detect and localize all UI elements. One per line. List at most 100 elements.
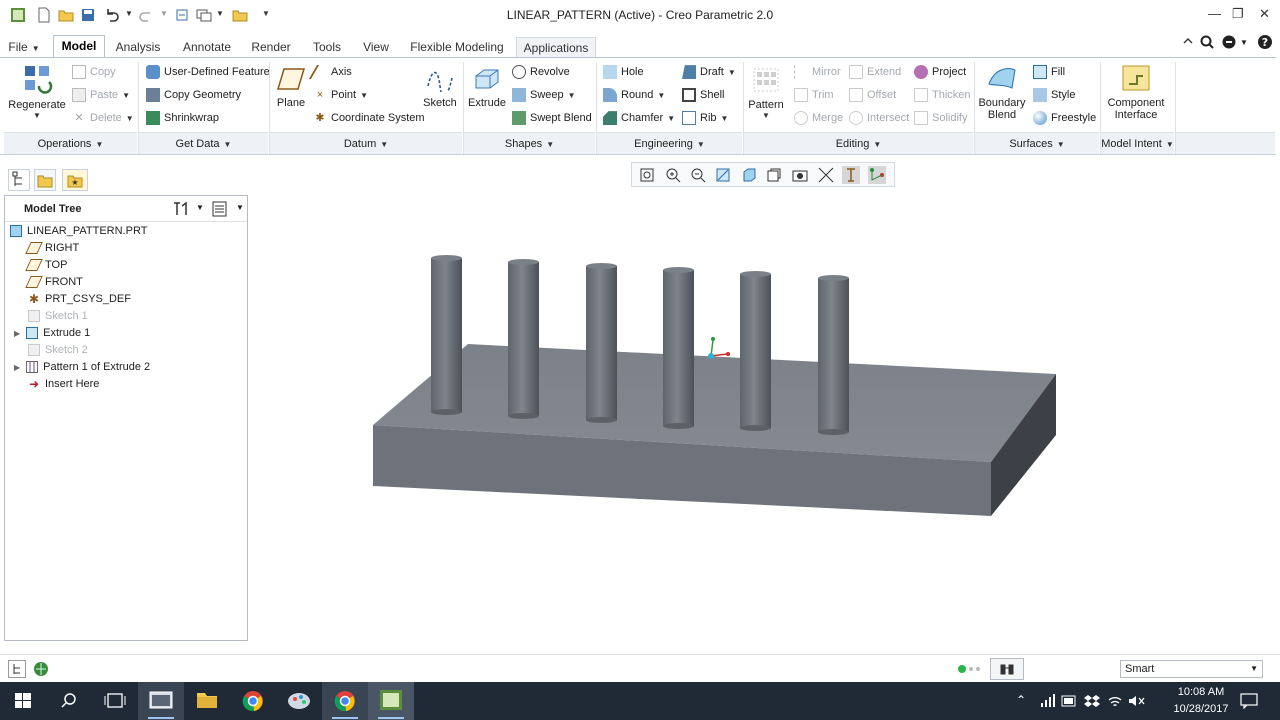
clock-time[interactable]: 10:08 AM — [1168, 686, 1234, 698]
component-interface-button[interactable]: Component Interface — [1106, 64, 1166, 121]
chrome-icon[interactable] — [230, 682, 276, 720]
clock-date[interactable]: 10/28/2017 — [1168, 703, 1234, 715]
zoom-in-icon[interactable] — [664, 166, 682, 184]
tree-item-right[interactable]: RIGHT — [25, 240, 79, 257]
tab-view[interactable]: View — [355, 37, 397, 58]
solidify-button[interactable]: Solidify — [914, 109, 967, 127]
find-icon[interactable] — [990, 658, 1024, 680]
swept-blend-button[interactable]: Swept Blend — [512, 109, 592, 127]
thicken-button[interactable]: Thicken — [914, 86, 971, 104]
group-get-data[interactable]: Get Data ▼ — [139, 132, 268, 154]
point-button[interactable]: × Point ▼ — [313, 86, 368, 104]
rib-button[interactable]: Rib ▼ — [682, 109, 728, 127]
minimize-ribbon-icon[interactable] — [1182, 35, 1194, 47]
sketch-button[interactable]: Sketch — [420, 66, 460, 109]
view-manager-icon[interactable] — [791, 166, 809, 184]
merge-button[interactable]: Merge — [794, 109, 843, 127]
tree-settings-icon[interactable] — [171, 200, 189, 218]
3d-model[interactable] — [250, 190, 1280, 652]
display-style-icon[interactable] — [740, 166, 758, 184]
search-icon[interactable] — [1199, 34, 1215, 50]
tree-item-extrude-1[interactable]: ▶ Extrude 1 — [14, 325, 90, 342]
file-explorer-icon[interactable] — [184, 682, 230, 720]
tab-model[interactable]: Model — [53, 35, 105, 58]
group-engineering[interactable]: Engineering ▼ — [597, 132, 742, 154]
tab-analysis[interactable]: Analysis — [108, 37, 168, 58]
zoom-out-icon[interactable] — [689, 166, 707, 184]
close-icon[interactable]: ✕ — [1259, 6, 1270, 22]
dropbox-icon[interactable] — [1084, 694, 1100, 708]
volume-muted-icon[interactable] — [1128, 694, 1146, 708]
tree-item-top[interactable]: TOP — [25, 257, 67, 274]
tab-file[interactable]: File ▼ — [4, 37, 44, 58]
paint-icon[interactable] — [276, 682, 322, 720]
freestyle-button[interactable]: Freestyle — [1033, 109, 1096, 127]
chamfer-button[interactable]: Chamfer ▼ — [603, 109, 675, 127]
draft-button[interactable]: Draft ▼ — [682, 63, 736, 81]
tree-settings-dropdown-icon[interactable]: ▼ — [196, 203, 204, 212]
intersect-button[interactable]: Intersect — [849, 109, 909, 127]
tab-tools[interactable]: Tools — [305, 37, 349, 58]
sweep-button[interactable]: Sweep ▼ — [512, 86, 576, 104]
group-datum[interactable]: Datum ▼ — [270, 132, 462, 154]
minimize-icon[interactable]: — — [1208, 6, 1221, 21]
tree-item-sketch-2[interactable]: Sketch 2 — [28, 342, 88, 359]
round-button[interactable]: Round ▼ — [603, 86, 665, 104]
tree-item-insert-here[interactable]: ➜ Insert Here — [28, 376, 99, 393]
settings-icon[interactable] — [1221, 34, 1237, 50]
notifications-icon[interactable] — [1240, 693, 1258, 709]
show-hidden-icons-icon[interactable]: ⌃ — [1016, 693, 1026, 707]
chrome-window-icon[interactable] — [322, 682, 368, 720]
taskbar-app-explorer-window-icon[interactable] — [138, 682, 184, 720]
datum-display-icon[interactable] — [842, 166, 860, 184]
hole-button[interactable]: Hole — [603, 63, 644, 81]
group-model-intent[interactable]: Model Intent ▼ — [1101, 132, 1174, 154]
shrinkwrap-button[interactable]: Shrinkwrap — [146, 109, 219, 127]
tab-flexible-modeling[interactable]: Flexible Modeling — [404, 37, 510, 58]
extrude-button[interactable]: Extrude — [466, 66, 508, 109]
tree-show-icon[interactable] — [211, 200, 229, 218]
tree-show-dropdown-icon[interactable]: ▼ — [236, 203, 244, 212]
project-button[interactable]: Project — [914, 63, 966, 81]
repaint-icon[interactable] — [714, 166, 732, 184]
help-icon[interactable]: ? — [1257, 34, 1273, 50]
expand-icon[interactable]: ▶ — [14, 363, 20, 372]
refit-icon[interactable] — [638, 166, 656, 184]
delete-button[interactable]: ✕ Delete ▼ — [72, 109, 133, 127]
trim-button[interactable]: Trim — [794, 86, 834, 104]
model-tree-tab-icon[interactable] — [8, 169, 30, 191]
group-shapes[interactable]: Shapes ▼ — [464, 132, 595, 154]
user-defined-feature-button[interactable]: User-Defined Feature — [146, 63, 270, 81]
annotation-display-icon[interactable] — [868, 166, 886, 184]
tree-item-csys[interactable]: ✱ PRT_CSYS_DEF — [28, 291, 131, 308]
shell-button[interactable]: Shell — [682, 86, 724, 104]
tab-render[interactable]: Render — [244, 37, 298, 58]
group-surfaces[interactable]: Surfaces ▼ — [975, 132, 1099, 154]
tab-annotate[interactable]: Annotate — [176, 37, 238, 58]
tab-applications[interactable]: Applications — [516, 37, 596, 58]
tree-item-pattern[interactable]: ▶ Pattern 1 of Extrude 2 — [14, 359, 150, 376]
restore-icon[interactable]: ❐ — [1232, 6, 1244, 22]
fill-button[interactable]: Fill — [1033, 63, 1065, 81]
search-icon[interactable] — [46, 682, 92, 720]
boundary-blend-button[interactable]: Boundary Blend — [978, 64, 1026, 121]
creo-window-icon[interactable] — [368, 682, 414, 720]
axis-button[interactable]: Axis — [308, 63, 352, 81]
plane-button[interactable]: Plane — [272, 66, 310, 109]
perspective-icon[interactable] — [817, 166, 835, 184]
network-bars-icon[interactable] — [1040, 694, 1056, 708]
tree-item-part[interactable]: LINEAR_PATTERN.PRT — [10, 223, 147, 240]
coordinate-system-button[interactable]: ✱ Coordinate System — [313, 109, 424, 127]
tree-item-front[interactable]: FRONT — [25, 274, 83, 291]
extend-button[interactable]: Extend — [849, 63, 901, 81]
expand-icon[interactable]: ▶ — [14, 329, 20, 338]
start-icon[interactable] — [0, 682, 46, 720]
paste-button[interactable]: Paste ▼ — [72, 86, 130, 104]
battery-icon[interactable] — [1061, 694, 1077, 708]
saved-orientations-icon[interactable] — [765, 166, 783, 184]
revolve-button[interactable]: Revolve — [512, 63, 570, 81]
group-editing[interactable]: Editing ▼ — [744, 132, 973, 154]
favorites-tab-icon[interactable]: ★ — [62, 169, 88, 191]
pattern-button[interactable]: Pattern ▼ — [746, 66, 786, 120]
wifi-icon[interactable] — [1107, 694, 1123, 708]
